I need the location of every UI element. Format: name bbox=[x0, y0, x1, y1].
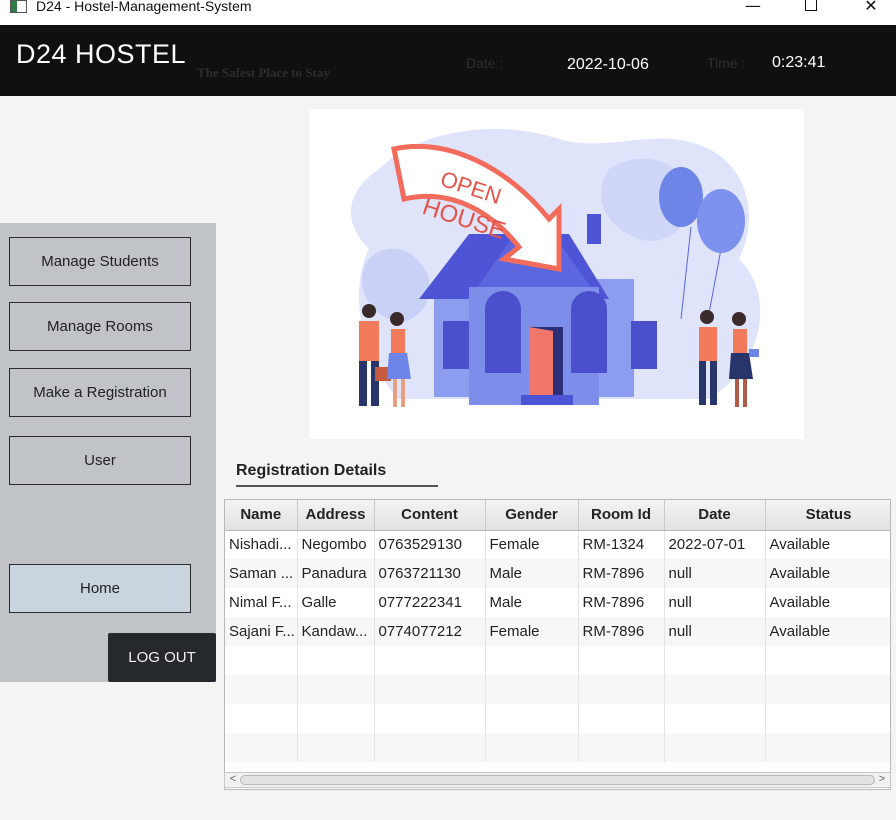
cell-gender: Male bbox=[485, 588, 579, 617]
cell-address: Kandaw... bbox=[297, 617, 375, 646]
table-row[interactable]: Saman ... Panadura 0763721130 Male RM-78… bbox=[225, 559, 890, 588]
window-title: D24 - Hostel-Management-System bbox=[36, 0, 252, 14]
cell-gender: Female bbox=[485, 530, 579, 559]
cell-address: Galle bbox=[297, 588, 375, 617]
scroll-right-icon[interactable]: > bbox=[875, 772, 889, 786]
open-house-illustration: OPEN HOUSE bbox=[309, 109, 804, 439]
close-button[interactable]: ✕ bbox=[856, 0, 886, 16]
brand-tagline: The Safest Place to Stay bbox=[197, 65, 330, 80]
maximize-button[interactable] bbox=[796, 0, 826, 16]
scroll-left-icon[interactable]: < bbox=[226, 772, 240, 786]
table-row[interactable]: Sajani F... Kandaw... 0774077212 Female … bbox=[225, 617, 890, 646]
registration-details-title: Registration Details bbox=[236, 462, 387, 479]
app-icon bbox=[10, 0, 27, 13]
column-header-gender[interactable]: Gender bbox=[485, 500, 579, 531]
logout-button[interactable]: LOG OUT bbox=[108, 633, 216, 682]
window-title-bar: D24 - Hostel-Management-System — ✕ bbox=[0, 0, 896, 25]
cell-name: Saman ... bbox=[225, 559, 298, 588]
column-header-content[interactable]: Content bbox=[374, 500, 486, 531]
manage-rooms-button[interactable]: Manage Rooms bbox=[9, 302, 191, 351]
table-row[interactable]: Nimal F... Galle 0777222341 Male RM-7896… bbox=[225, 588, 890, 617]
empty-table-row bbox=[225, 646, 890, 675]
cell-content: 0763529130 bbox=[374, 530, 486, 559]
cell-room-id: RM-7896 bbox=[578, 617, 665, 646]
cell-room-id: RM-1324 bbox=[578, 530, 665, 559]
time-label: Time : bbox=[707, 55, 746, 71]
cell-address: Panadura bbox=[297, 559, 375, 588]
table-header-row: Name Address Content Gender Room Id Date… bbox=[225, 500, 890, 531]
registration-table[interactable]: Name Address Content Gender Room Id Date… bbox=[224, 499, 891, 790]
cell-name: Nimal F... bbox=[225, 588, 298, 617]
empty-table-row bbox=[225, 704, 890, 733]
cell-date: 2022-07-01 bbox=[664, 530, 766, 559]
cell-date: null bbox=[664, 617, 766, 646]
home-button[interactable]: Home bbox=[9, 564, 191, 613]
column-header-status[interactable]: Status bbox=[765, 500, 890, 531]
scrollbar-thumb[interactable] bbox=[240, 775, 875, 785]
cell-content: 0777222341 bbox=[374, 588, 486, 617]
cell-content: 0774077212 bbox=[374, 617, 486, 646]
column-header-name[interactable]: Name bbox=[225, 500, 298, 531]
cell-address: Negombo bbox=[297, 530, 375, 559]
cell-date: null bbox=[664, 559, 766, 588]
cell-name: Sajani F... bbox=[225, 617, 298, 646]
cell-status: Available bbox=[765, 530, 890, 559]
date-label: Date : bbox=[466, 55, 504, 71]
cell-content: 0763721130 bbox=[374, 559, 486, 588]
time-value: 0:23:41 bbox=[772, 54, 826, 71]
horizontal-scrollbar[interactable]: < > bbox=[224, 772, 891, 788]
minimize-button[interactable]: — bbox=[738, 0, 768, 16]
sidebar: Manage Students Manage Rooms Make a Regi… bbox=[0, 223, 216, 682]
cell-status: Available bbox=[765, 559, 890, 588]
column-header-date[interactable]: Date bbox=[664, 500, 766, 531]
empty-table-row bbox=[225, 733, 890, 762]
title-underline bbox=[236, 485, 438, 487]
cell-name: Nishadi... bbox=[225, 530, 298, 559]
cell-room-id: RM-7896 bbox=[578, 559, 665, 588]
cell-room-id: RM-7896 bbox=[578, 588, 665, 617]
cell-date: null bbox=[664, 588, 766, 617]
maximize-icon bbox=[805, 0, 817, 11]
column-header-room-id[interactable]: Room Id bbox=[578, 500, 665, 531]
user-button[interactable]: User bbox=[9, 436, 191, 485]
brand-title: D24 HOSTEL bbox=[16, 39, 187, 69]
column-header-address[interactable]: Address bbox=[297, 500, 375, 531]
make-registration-button[interactable]: Make a Registration bbox=[9, 368, 191, 417]
cell-gender: Female bbox=[485, 617, 579, 646]
empty-table-row bbox=[225, 675, 890, 704]
table-row[interactable]: Nishadi... Negombo 0763529130 Female RM-… bbox=[225, 530, 890, 559]
app-header: D24 HOSTEL The Safest Place to Stay Date… bbox=[0, 25, 896, 96]
cell-status: Available bbox=[765, 617, 890, 646]
manage-students-button[interactable]: Manage Students bbox=[9, 237, 191, 286]
cell-gender: Male bbox=[485, 559, 579, 588]
cell-status: Available bbox=[765, 588, 890, 617]
date-value: 2022-10-06 bbox=[567, 56, 649, 73]
